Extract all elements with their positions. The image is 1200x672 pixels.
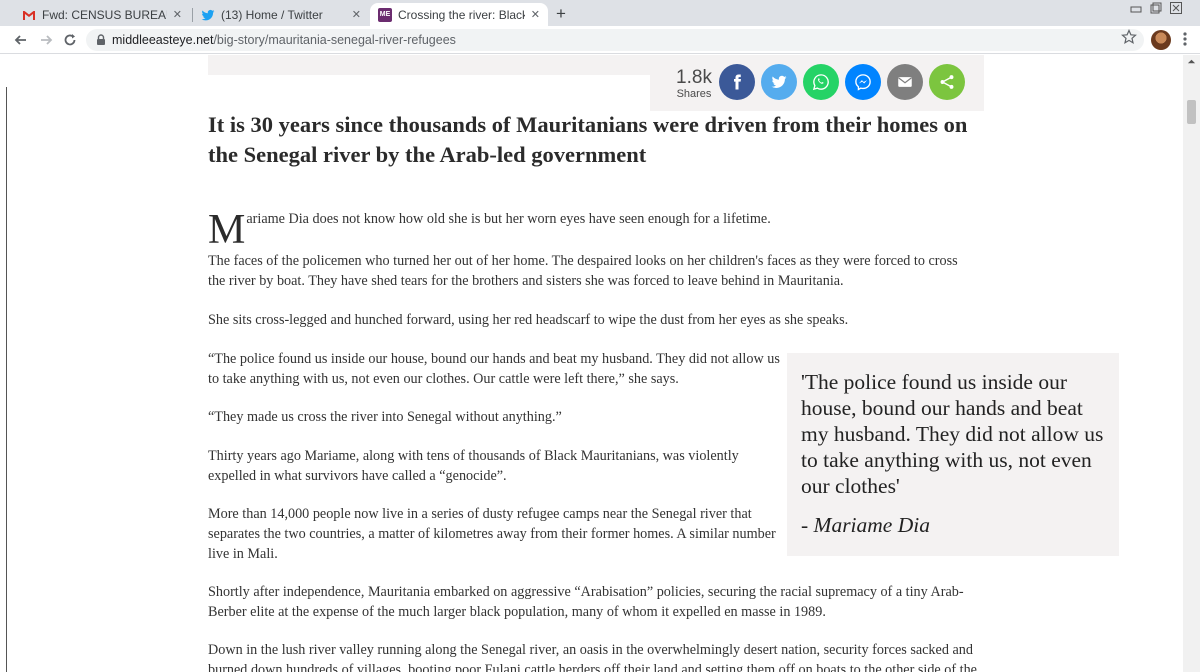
drop-cap: M [208, 207, 246, 253]
twitter-icon [201, 8, 215, 22]
article-paragraph: “They made us cross the river into Seneg… [208, 409, 562, 425]
restore-icon[interactable] [1148, 0, 1164, 16]
profile-avatar[interactable] [1151, 30, 1171, 50]
page-scrollbar[interactable] [1183, 55, 1200, 672]
more-share-button[interactable] [929, 64, 965, 100]
messenger-icon [855, 74, 871, 91]
scrollbar-thumb[interactable] [1187, 100, 1196, 124]
minimize-icon[interactable] [1128, 0, 1144, 16]
browser-menu-icon[interactable] [1180, 31, 1190, 47]
share-count: 1.8k Shares [672, 67, 716, 100]
url-host: middleeasteye.net [112, 33, 214, 47]
whatsapp-share-button[interactable] [803, 64, 839, 100]
article-paragraph: Mariame Dia does not know how old she is… [208, 207, 978, 253]
tab-twitter[interactable]: (13) Home / Twitter ✕ [193, 3, 369, 26]
tab-title: (13) Home / Twitter [221, 7, 323, 22]
messenger-share-button[interactable] [845, 64, 881, 100]
browser-toolbar: middleeasteye.net/big-story/mauritania-s… [0, 26, 1200, 54]
article-paragraph: Shortly after independence, Mauritania e… [208, 584, 964, 620]
close-icon[interactable]: ✕ [352, 8, 361, 21]
pull-quote-attribution: - Mariame Dia [801, 513, 930, 537]
tab-gmail[interactable]: Fwd: CENSUS BUREAU RECRUITM ✕ [14, 3, 190, 26]
gmail-icon [22, 8, 36, 22]
address-bar[interactable]: middleeasteye.net/big-story/mauritania-s… [86, 29, 1144, 51]
share-icon [940, 75, 954, 89]
article-paragraph: Down in the lush river valley running al… [208, 642, 977, 672]
page-content: 1.8k Shares It is 30 years since thousan… [0, 55, 1200, 672]
article-standfirst: It is 30 years since thousands of Maurit… [208, 112, 968, 167]
article-paragraph: Thirty years ago Mariame, along with ten… [208, 448, 739, 484]
share-count-label: Shares [676, 88, 712, 100]
facebook-icon [734, 74, 741, 90]
mee-icon: ME [378, 7, 392, 22]
twitter-share-button[interactable] [761, 64, 797, 100]
facebook-share-button[interactable] [719, 64, 755, 100]
whatsapp-icon [812, 74, 829, 91]
pull-quote: 'The police found us inside our house, b… [787, 353, 1119, 556]
tab-title: Fwd: CENSUS BUREAU RECRUITM [42, 7, 167, 22]
article-paragraph: She sits cross-legged and hunched forwar… [208, 312, 849, 328]
url-text: middleeasteye.net/big-story/mauritania-s… [112, 33, 456, 47]
new-tab-button[interactable]: + [556, 4, 566, 24]
tab-middle-east-eye[interactable]: ME Crossing the river: Black Mauritan ✕ [370, 3, 548, 26]
email-icon [898, 77, 912, 87]
bookmark-star-icon[interactable] [1121, 29, 1137, 50]
close-window-icon[interactable] [1168, 0, 1184, 16]
close-icon[interactable]: ✕ [531, 8, 540, 21]
paragraph-text: ariame Dia does not know how old she is … [246, 211, 771, 227]
forward-arrow-icon[interactable] [36, 30, 56, 50]
tab-title: Crossing the river: Black Mauritan [398, 7, 525, 22]
article-paragraph: “The police found us inside our house, b… [208, 351, 780, 387]
scroll-up-arrow-icon[interactable] [1187, 57, 1196, 68]
share-count-number: 1.8k [676, 67, 712, 88]
url-path: /big-story/mauritania-senegal-river-refu… [213, 33, 456, 47]
article-paragraph: More than 14,000 people now live in a se… [208, 506, 776, 562]
close-icon[interactable]: ✕ [173, 8, 182, 21]
email-share-button[interactable] [887, 64, 923, 100]
tab-strip: Fwd: CENSUS BUREAU RECRUITM ✕ (13) Home … [0, 0, 1200, 26]
reload-icon[interactable] [60, 30, 80, 50]
back-arrow-icon[interactable] [11, 30, 31, 50]
window-edge [6, 87, 7, 672]
twitter-icon [771, 75, 787, 89]
pull-quote-text: 'The police found us inside our house, b… [801, 370, 1104, 498]
article-paragraph: The faces of the policemen who turned he… [208, 253, 958, 289]
lock-icon [97, 34, 105, 45]
